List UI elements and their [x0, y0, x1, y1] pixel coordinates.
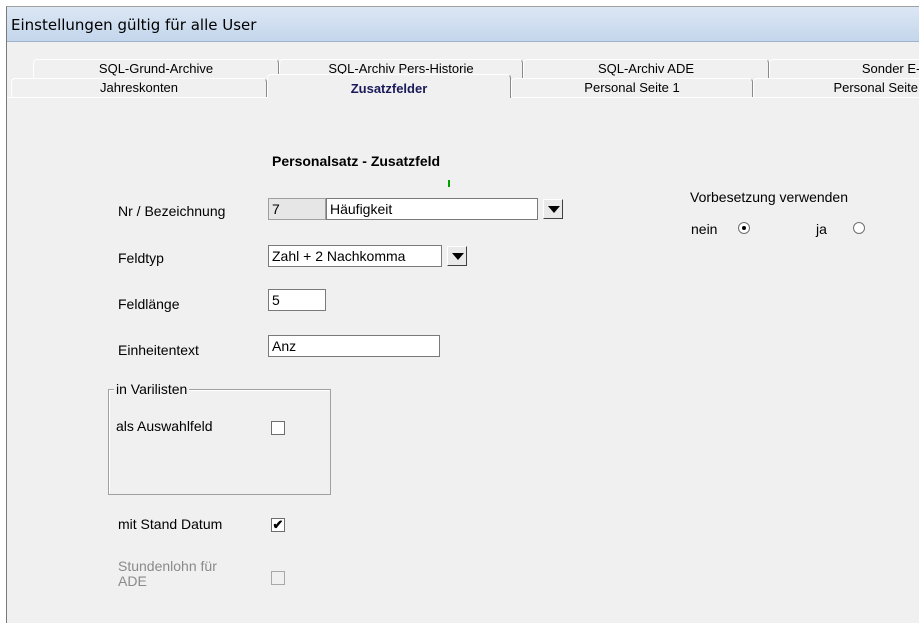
vorbesetzung-nein-label: nein: [691, 221, 718, 237]
window-title: Einstellungen gültig für alle User: [11, 16, 257, 34]
varilisten-group-title: in Varilisten: [114, 381, 190, 397]
stundenlohn-label-line1: Stundenlohn für: [118, 558, 217, 574]
tab-zusatzfelder[interactable]: Zusatzfelder: [267, 74, 511, 98]
feldtyp-label: Feldtyp: [118, 250, 164, 266]
tab-row-2: Jahreskonten Zusatzfelder Personal Seite…: [7, 74, 919, 98]
bezeichnung-dropdown-button[interactable]: [543, 199, 563, 219]
focus-marker: [448, 180, 450, 187]
feldtyp-dropdown-button[interactable]: [447, 246, 467, 266]
section-heading: Personalsatz - Zusatzfeld: [272, 153, 441, 169]
tab-sql-archiv-ade[interactable]: SQL-Archiv ADE: [523, 59, 769, 78]
nr-field[interactable]: 7: [268, 198, 326, 220]
vorbesetzung-label: Vorbesetzung verwenden: [690, 189, 848, 205]
title-bar: Einstellungen gültig für alle User: [7, 7, 919, 42]
vorbesetzung-ja-radio[interactable]: [853, 222, 865, 234]
auswahlfeld-label: als Auswahlfeld: [116, 418, 213, 434]
varilisten-groupbox: [108, 389, 331, 495]
tab-sonder[interactable]: Sonder E-I: [769, 59, 919, 78]
vorbesetzung-nein-radio[interactable]: [738, 222, 750, 234]
tab-jahreskonten[interactable]: Jahreskonten: [11, 78, 267, 97]
stundenlohn-checkbox[interactable]: [271, 571, 285, 585]
feldlaenge-field[interactable]: 5: [268, 289, 326, 311]
vorbesetzung-ja-label: ja: [816, 221, 827, 237]
einheitentext-field[interactable]: Anz: [268, 335, 440, 357]
auswahlfeld-checkbox[interactable]: [271, 421, 285, 435]
mit-stand-datum-label: mit Stand Datum: [118, 516, 223, 532]
bezeichnung-field[interactable]: Häufigkeit: [326, 198, 538, 220]
feldlaenge-label: Feldlänge: [118, 296, 180, 312]
nr-bezeichnung-label: Nr / Bezeichnung: [118, 203, 226, 219]
stundenlohn-label-line2: ADE: [118, 573, 147, 589]
tab-personal-seite-1[interactable]: Personal Seite 1: [511, 78, 753, 97]
tab-sql-grund-archive[interactable]: SQL-Grund-Archive: [33, 59, 279, 78]
einheitentext-label: Einheitentext: [118, 342, 199, 358]
feldtyp-select[interactable]: Zahl + 2 Nachkomma: [268, 245, 442, 267]
tab-personal-seite[interactable]: Personal Seite: [753, 78, 919, 97]
stundenlohn-label: Stundenlohn für ADE: [118, 559, 217, 589]
mit-stand-datum-checkbox[interactable]: ✔: [271, 518, 285, 532]
